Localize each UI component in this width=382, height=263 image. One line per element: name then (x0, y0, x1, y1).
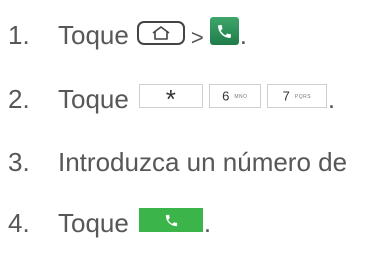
seven-key-digit: 7 (282, 88, 290, 104)
step-text: Toque (58, 208, 129, 238)
step-2: 2. Toque * 6 MNO 7 PQRS . (8, 84, 335, 114)
six-key: 6 MNO (208, 84, 261, 108)
step-3: 3. Introduzca un número de (8, 147, 347, 177)
step-1: 1. Toque > . (8, 17, 247, 50)
trailing-period: . (239, 20, 247, 50)
six-key-digit: 6 (222, 88, 230, 104)
seven-key: 7 PQRS (266, 84, 327, 108)
step-text: Introduzca un número de (58, 147, 348, 177)
separator: > (190, 25, 204, 50)
star-key: * (138, 84, 203, 113)
step-number: 3. (8, 147, 30, 177)
step-4: 4. Toque . (8, 208, 211, 238)
step-number: 1. (8, 20, 30, 50)
step-number: 2. (8, 84, 30, 114)
phone-app-icon (209, 17, 239, 45)
trailing-period: . (203, 208, 212, 238)
step-text: Toque (58, 20, 129, 50)
call-button-icon (138, 208, 203, 232)
trailing-period: . (327, 84, 336, 114)
six-key-letters: MNO (234, 93, 248, 100)
home-key-icon (136, 21, 185, 45)
step-number: 4. (8, 208, 30, 238)
step-text: Toque (58, 84, 129, 114)
star-key-label: * (165, 84, 176, 114)
seven-key-letters: PQRS (294, 93, 312, 100)
